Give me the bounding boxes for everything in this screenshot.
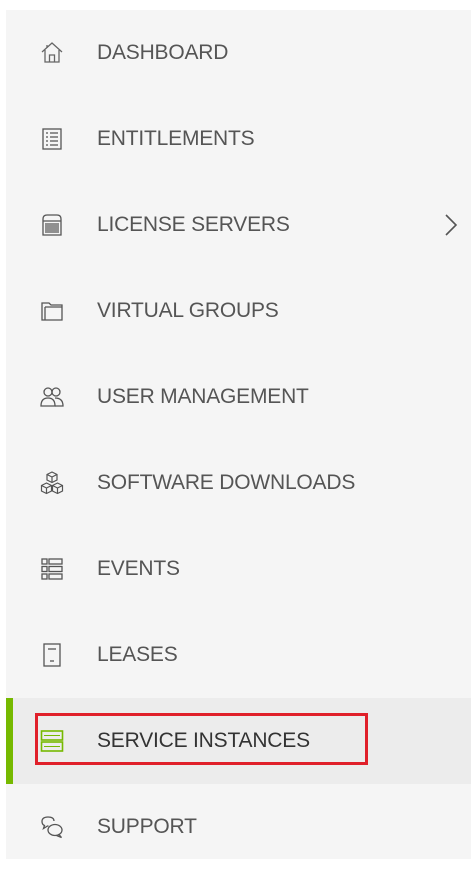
event-list-icon (40, 557, 64, 581)
document-icon (40, 643, 64, 667)
sidebar-item-events[interactable]: EVENTS (6, 526, 471, 612)
sidebar-item-label: LICENSE SERVERS (97, 213, 290, 236)
chevron-right-icon[interactable] (443, 213, 459, 237)
sidebar-item-dashboard[interactable]: DASHBOARD (6, 10, 471, 96)
sidebar-item-entitlements[interactable]: ENTITLEMENTS (6, 96, 471, 182)
server-icon (40, 213, 64, 237)
sidebar: DASHBOARD ENTITLEMENTS LICENSE SERVERS V… (6, 10, 471, 859)
active-indicator (6, 698, 13, 784)
sidebar-item-leases[interactable]: LEASES (6, 612, 471, 698)
chat-support-icon (40, 815, 64, 839)
sidebar-item-service-instances[interactable]: SERVICE INSTANCES (6, 698, 471, 784)
sidebar-item-label: LEASES (97, 643, 178, 666)
folder-icon (40, 299, 64, 323)
sidebar-item-license-servers[interactable]: LICENSE SERVERS (6, 182, 471, 268)
sidebar-item-label: SUPPORT (97, 815, 197, 838)
sidebar-item-user-management[interactable]: USER MANAGEMENT (6, 354, 471, 440)
users-icon (40, 385, 64, 409)
service-instances-icon (40, 729, 64, 753)
home-icon (40, 41, 64, 65)
sidebar-item-label: VIRTUAL GROUPS (97, 299, 279, 322)
cubes-icon (40, 471, 64, 495)
sidebar-item-label: USER MANAGEMENT (97, 385, 309, 408)
sidebar-item-virtual-groups[interactable]: VIRTUAL GROUPS (6, 268, 471, 354)
sidebar-item-label: SERVICE INSTANCES (97, 729, 310, 752)
sidebar-item-label: ENTITLEMENTS (97, 127, 255, 150)
sidebar-item-label: EVENTS (97, 557, 180, 580)
sidebar-item-support[interactable]: SUPPORT (6, 784, 471, 870)
sidebar-item-label: DASHBOARD (97, 41, 229, 64)
sidebar-item-label: SOFTWARE DOWNLOADS (97, 471, 356, 494)
sidebar-item-software-downloads[interactable]: SOFTWARE DOWNLOADS (6, 440, 471, 526)
sidebar-nav: DASHBOARD ENTITLEMENTS LICENSE SERVERS V… (6, 10, 471, 859)
list-document-icon (40, 127, 64, 151)
